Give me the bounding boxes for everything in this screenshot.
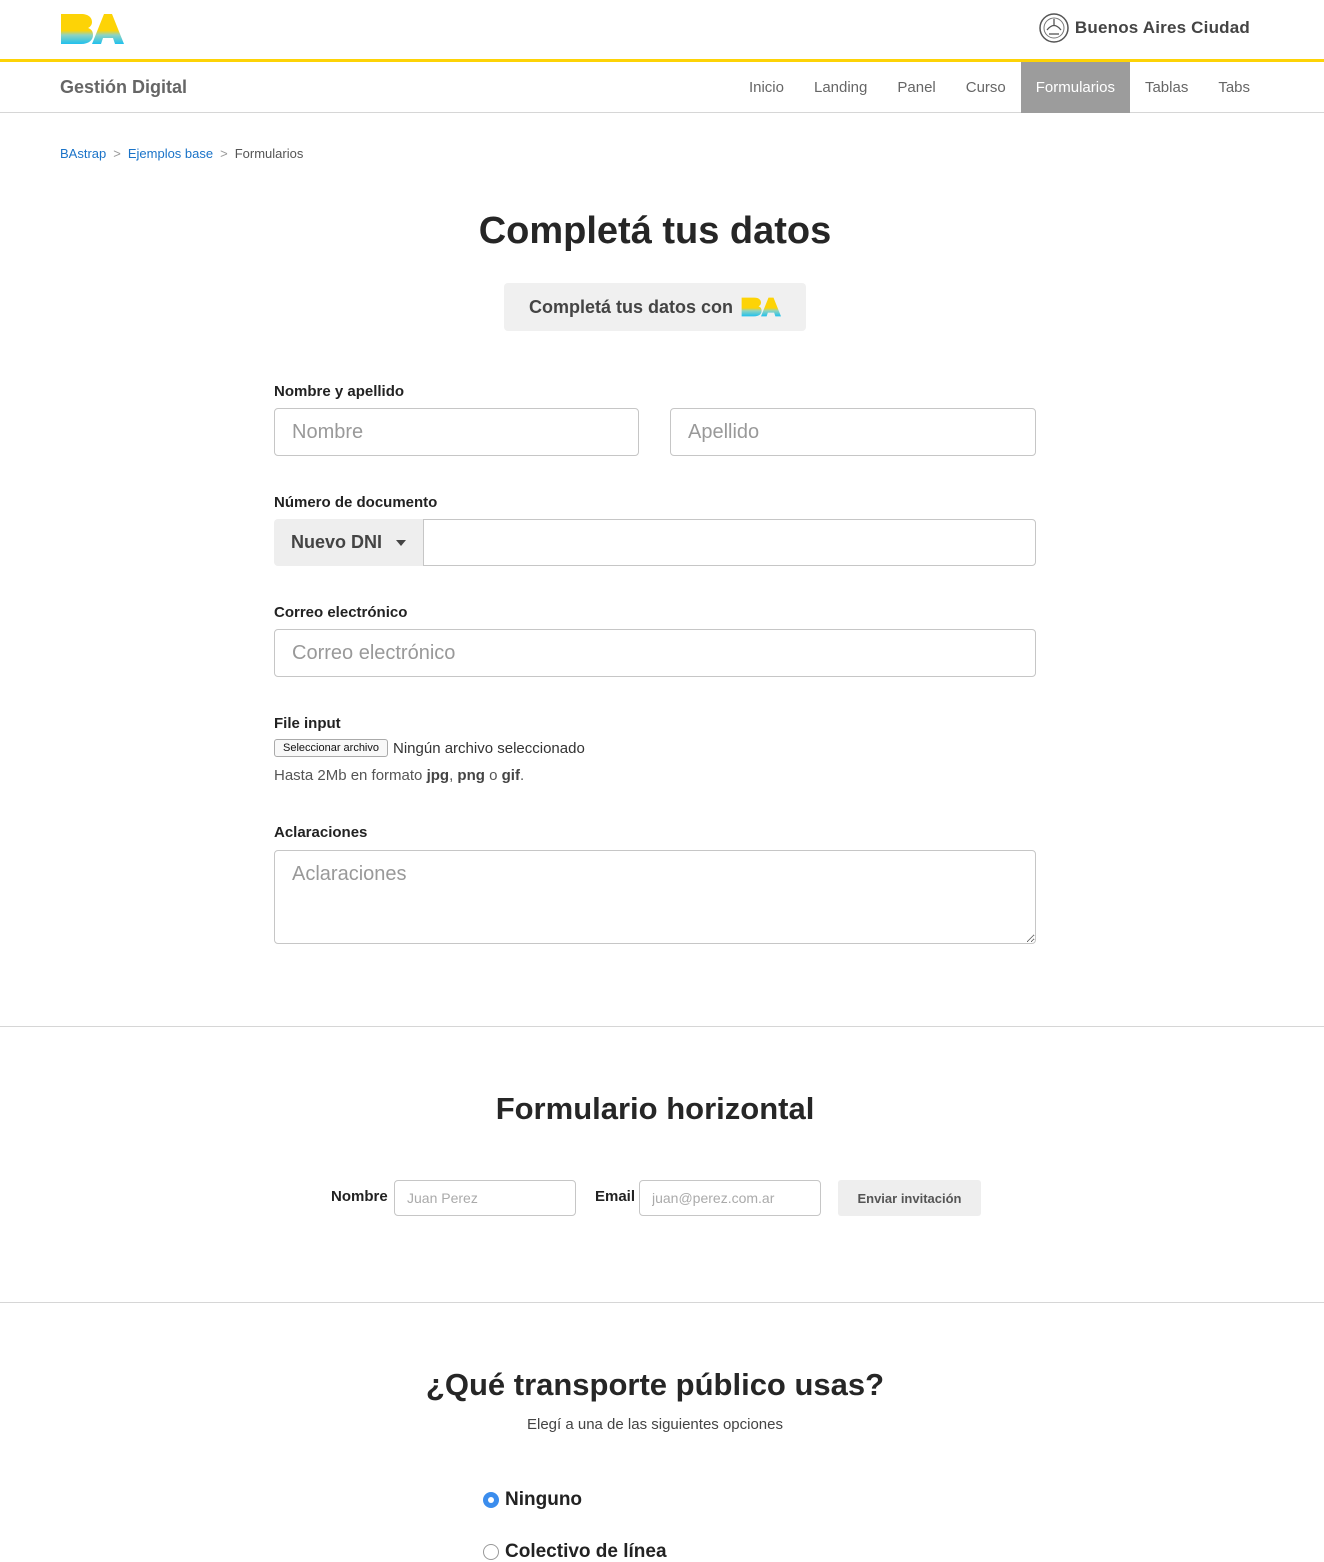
file-format-png: png [457, 767, 485, 784]
nav-item-landing[interactable]: Landing [799, 62, 882, 113]
city-brand[interactable]: Buenos Aires Ciudad [1039, 10, 1250, 46]
breadcrumb-separator: > [113, 146, 121, 161]
email-label: Correo electrónico [274, 604, 408, 621]
ba-logo-icon [741, 297, 782, 317]
nav-item-inicio[interactable]: Inicio [734, 62, 799, 113]
name-label: Nombre y apellido [274, 383, 405, 400]
radio-unchecked-icon[interactable] [483, 1544, 499, 1560]
breadcrumb-link-ejemplos[interactable]: Ejemplos base [128, 146, 213, 161]
radio-checked-icon[interactable] [483, 1492, 499, 1508]
notes-label: Aclaraciones [274, 824, 368, 841]
breadcrumb: BAstrap > Ejemplos base > Formularios [60, 146, 303, 161]
file-input: Seleccionar archivo Ningún archivo selec… [274, 739, 585, 757]
email-input[interactable] [274, 629, 1036, 677]
first-name-input[interactable] [274, 408, 639, 456]
nav-item-curso[interactable]: Curso [951, 62, 1021, 113]
navbar-brand[interactable]: Gestión Digital [60, 77, 187, 98]
horizontal-form-title: Formulario horizontal [495, 1091, 815, 1126]
radio-option-colectivo[interactable]: Colectivo de línea [483, 1541, 667, 1562]
radio-label: Ninguno [505, 1489, 583, 1510]
document-label: Número de documento [274, 494, 438, 511]
ba-login-button[interactable]: Completá tus datos con [504, 283, 806, 331]
transport-subtitle: Elegí a una de las siguientes opciones [526, 1416, 783, 1433]
breadcrumb-separator: > [220, 146, 228, 161]
ba-logo-icon[interactable] [60, 12, 124, 46]
horizontal-email-label: Email [595, 1188, 636, 1205]
main-navbar: Gestión Digital Inicio Landing Panel Cur… [0, 62, 1324, 113]
file-input-label: File input [274, 715, 341, 732]
file-help-text: Hasta 2Mb en formato jpg, png o gif. [274, 767, 524, 784]
file-help-separator: , [449, 767, 454, 784]
form-title: Completá tus datos [478, 210, 832, 252]
chevron-down-icon [396, 539, 407, 546]
radio-option-ninguno[interactable]: Ninguno [483, 1489, 582, 1511]
file-help-prefix: Hasta 2Mb en formato [274, 767, 423, 784]
section-divider [0, 1026, 1324, 1027]
breadcrumb-current: Formularios [234, 146, 304, 161]
nav-item-formularios[interactable]: Formularios [1020, 62, 1130, 113]
document-type-value: Nuevo DNI [291, 532, 383, 552]
horizontal-email-input[interactable] [639, 1180, 821, 1216]
nav-item-tablas[interactable]: Tablas [1130, 62, 1203, 113]
file-format-jpg: jpg [426, 767, 450, 784]
top-header: Buenos Aires Ciudad [0, 0, 1324, 62]
section-divider [0, 1302, 1324, 1303]
notes-textarea[interactable] [274, 850, 1036, 944]
file-format-gif: gif [501, 767, 520, 784]
horizontal-name-input[interactable] [394, 1180, 576, 1216]
file-status-text: Ningún archivo seleccionado [393, 739, 585, 757]
city-seal-icon [1039, 13, 1069, 43]
radio-label: Colectivo de línea [505, 1541, 667, 1562]
transport-title: ¿Qué transporte público usas? [425, 1367, 885, 1402]
document-type-dropdown[interactable]: Nuevo DNI [274, 519, 423, 566]
last-name-input[interactable] [670, 408, 1036, 456]
horizontal-name-label: Nombre [331, 1188, 388, 1205]
city-name: Buenos Aires Ciudad [1074, 18, 1250, 37]
nav-item-panel[interactable]: Panel [882, 62, 950, 113]
nav-menu: Inicio Landing Panel Curso Formularios T… [734, 62, 1265, 113]
breadcrumb-link-bastrap[interactable]: BAstrap [60, 146, 106, 161]
file-help-or: o [489, 767, 498, 784]
document-number-input[interactable] [423, 519, 1036, 566]
file-select-button[interactable]: Seleccionar archivo [274, 739, 388, 757]
file-help-end: . [519, 767, 525, 784]
ba-login-label: Completá tus datos con [528, 296, 734, 317]
nav-item-tabs[interactable]: Tabs [1203, 62, 1265, 113]
send-invite-button[interactable]: Enviar invitación [838, 1180, 981, 1216]
